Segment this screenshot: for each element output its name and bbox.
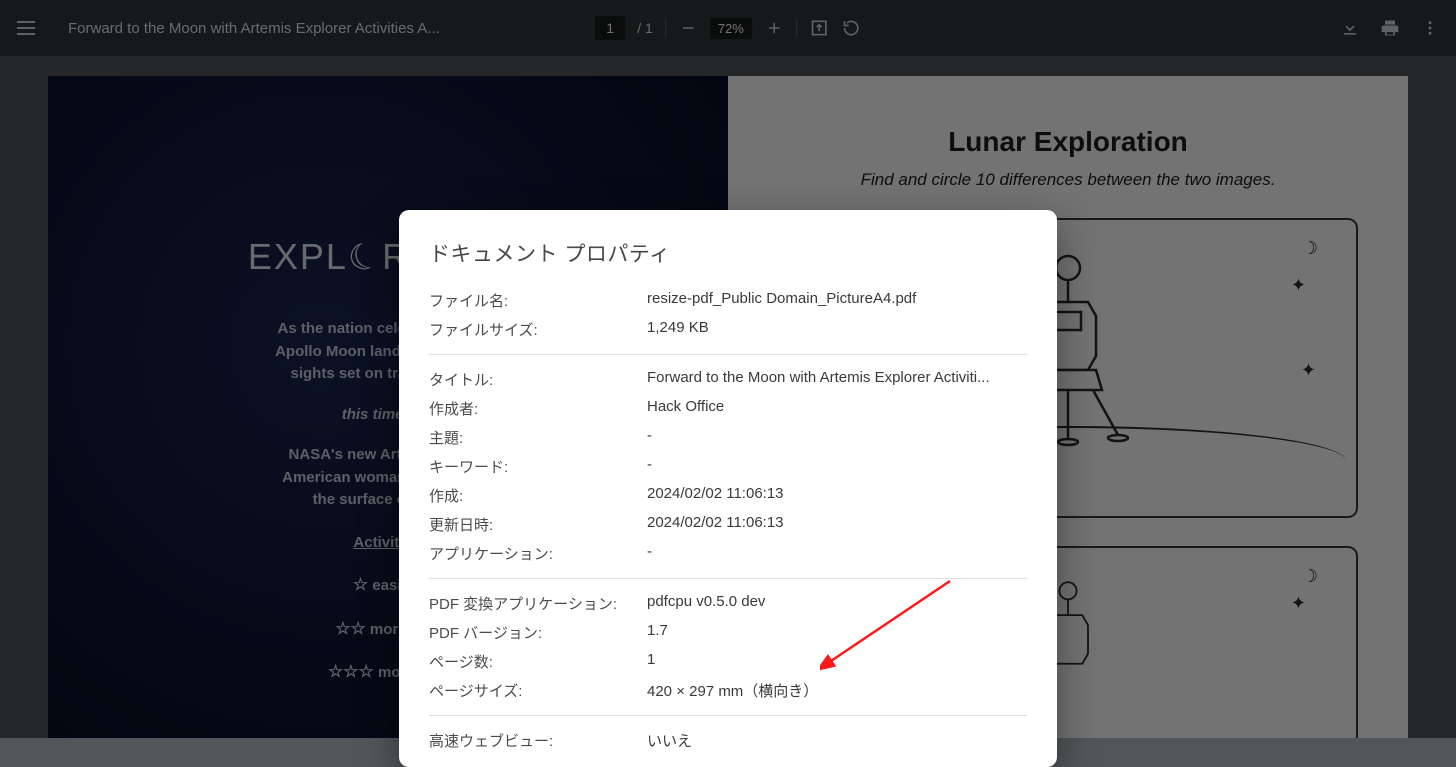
property-value: pdfcpu v0.5.0 dev	[647, 593, 1027, 614]
separator	[429, 578, 1027, 579]
property-value: いいえ	[647, 730, 1027, 751]
property-label: 更新日時:	[429, 514, 647, 535]
property-row: ページ数:1	[429, 647, 1027, 676]
property-row: アプリケーション:-	[429, 539, 1027, 568]
prop-section: 高速ウェブビュー:いいえ	[429, 726, 1027, 755]
property-value: -	[647, 456, 1027, 477]
property-label: 作成者:	[429, 398, 647, 419]
property-value: 1	[647, 651, 1027, 672]
dialog-title: ドキュメント プロパティ	[429, 238, 1027, 268]
property-row: ファイルサイズ:1,249 KB	[429, 315, 1027, 344]
document-properties-dialog: ドキュメント プロパティ ファイル名:resize-pdf_Public Dom…	[399, 210, 1057, 767]
property-value: 2024/02/02 11:06:13	[647, 514, 1027, 535]
property-value: Hack Office	[647, 398, 1027, 419]
property-label: ページ数:	[429, 651, 647, 672]
property-label: 主題:	[429, 427, 647, 448]
property-row: 作成:2024/02/02 11:06:13	[429, 481, 1027, 510]
property-label: キーワード:	[429, 456, 647, 477]
property-label: 作成:	[429, 485, 647, 506]
property-row: タイトル:Forward to the Moon with Artemis Ex…	[429, 365, 1027, 394]
property-value: resize-pdf_Public Domain_PictureA4.pdf	[647, 290, 1027, 311]
property-label: ファイル名:	[429, 290, 647, 311]
prop-section: PDF 変換アプリケーション:pdfcpu v0.5.0 devPDF バージョ…	[429, 589, 1027, 705]
property-label: PDF 変換アプリケーション:	[429, 593, 647, 614]
property-value: -	[647, 427, 1027, 448]
separator	[429, 715, 1027, 716]
property-row: ファイル名:resize-pdf_Public Domain_PictureA4…	[429, 286, 1027, 315]
property-label: ページサイズ:	[429, 680, 647, 701]
separator	[429, 354, 1027, 355]
property-value: 1.7	[647, 622, 1027, 643]
property-row: PDF 変換アプリケーション:pdfcpu v0.5.0 dev	[429, 589, 1027, 618]
property-value: 2024/02/02 11:06:13	[647, 485, 1027, 506]
property-label: 高速ウェブビュー:	[429, 730, 647, 751]
property-row: ページサイズ:420 × 297 mm（横向き）	[429, 676, 1027, 705]
property-row: 高速ウェブビュー:いいえ	[429, 726, 1027, 755]
property-label: タイトル:	[429, 369, 647, 390]
property-label: ファイルサイズ:	[429, 319, 647, 340]
property-row: PDF バージョン:1.7	[429, 618, 1027, 647]
property-value: -	[647, 543, 1027, 564]
property-row: 主題:-	[429, 423, 1027, 452]
property-label: アプリケーション:	[429, 543, 647, 564]
property-row: 作成者:Hack Office	[429, 394, 1027, 423]
property-label: PDF バージョン:	[429, 622, 647, 643]
prop-section: タイトル:Forward to the Moon with Artemis Ex…	[429, 365, 1027, 568]
property-row: 更新日時:2024/02/02 11:06:13	[429, 510, 1027, 539]
property-row: キーワード:-	[429, 452, 1027, 481]
prop-section: ファイル名:resize-pdf_Public Domain_PictureA4…	[429, 286, 1027, 344]
property-value: 420 × 297 mm（横向き）	[647, 680, 1027, 701]
property-value: 1,249 KB	[647, 319, 1027, 340]
property-value: Forward to the Moon with Artemis Explore…	[647, 369, 1027, 390]
